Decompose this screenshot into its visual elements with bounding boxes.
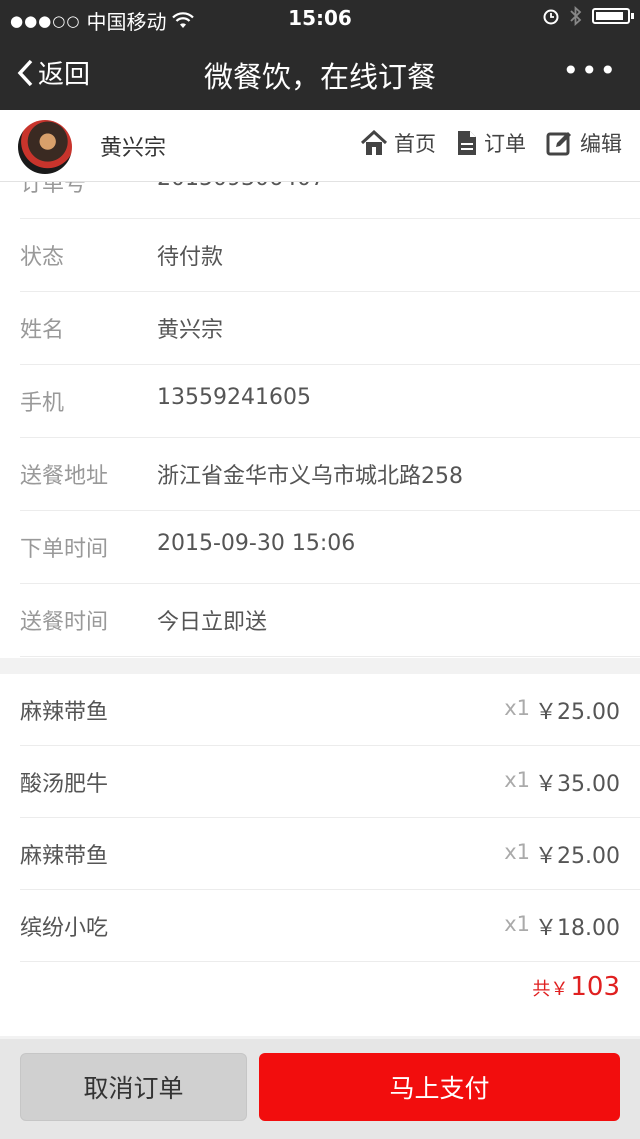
field-value: 201509306407 — [157, 182, 325, 191]
bluetooth-icon — [570, 6, 582, 26]
home-link[interactable]: 首页 — [360, 128, 436, 158]
order-item-row: 酸汤肥牛 x1 ￥35.00 — [20, 746, 640, 818]
pay-now-button[interactable]: 马上支付 — [259, 1053, 620, 1121]
field-label: 送餐地址 — [20, 464, 109, 489]
item-price: ￥25.00 — [535, 700, 620, 725]
order-item-row: 麻辣带鱼 x1 ￥25.00 — [20, 674, 640, 746]
order-field-row: 手机 13559241605 — [20, 365, 640, 438]
more-menu-button[interactable]: ••• — [562, 54, 618, 87]
order-total: 共￥ 103 — [532, 972, 620, 1002]
item-price: ￥25.00 — [535, 844, 620, 869]
user-name: 黄兴宗 — [100, 136, 167, 161]
field-label: 下单时间 — [20, 537, 109, 562]
item-price: ￥35.00 — [535, 772, 620, 797]
alarm-icon — [543, 9, 559, 25]
status-icons — [542, 6, 634, 26]
home-link-label: 首页 — [394, 132, 436, 156]
order-field-row: 订单号 201509306407 — [20, 182, 640, 219]
order-items: 麻辣带鱼 x1 ￥25.00 酸汤肥牛 x1 ￥35.00 麻辣带鱼 x1 ￥25.00 缤纷小吃… — [0, 674, 640, 1036]
total-label: 共￥ — [532, 979, 569, 1000]
field-value: 待付款 — [157, 245, 224, 270]
orders-link-label: 订单 — [484, 132, 526, 156]
field-value: 2015-09-30 15:06 — [157, 531, 356, 556]
item-name: 麻辣带鱼 — [20, 700, 109, 725]
field-label: 订单号 — [20, 182, 87, 197]
field-value: 13559241605 — [157, 385, 311, 410]
avatar[interactable] — [18, 120, 72, 174]
item-quantity: x1 — [504, 840, 530, 864]
item-quantity: x1 — [504, 912, 530, 936]
total-amount: 103 — [570, 972, 620, 1002]
order-field-row: 状态 待付款 — [20, 219, 640, 292]
order-item-row: 缤纷小吃 x1 ￥18.00 — [20, 890, 640, 962]
item-quantity: x1 — [504, 768, 530, 792]
field-value: 浙江省金华市义乌市城北路258 — [157, 464, 463, 489]
battery-icon — [592, 8, 634, 24]
field-value: 今日立即送 — [157, 610, 268, 635]
field-label: 姓名 — [20, 318, 65, 343]
item-quantity: x1 — [504, 696, 530, 720]
item-price: ￥18.00 — [535, 916, 620, 941]
order-details: 订单号 201509306407 状态 待付款姓名 黄兴宗手机 13559241605 送餐… — [0, 182, 640, 658]
order-field-row: 送餐地址 浙江省金华市义乌市城北路258 — [20, 438, 640, 511]
item-name: 麻辣带鱼 — [20, 844, 109, 869]
document-icon — [458, 131, 476, 155]
edit-icon — [546, 132, 571, 156]
user-nav-links: 首页 订单 编辑 — [360, 128, 622, 158]
order-field-row: 送餐时间 今日立即送 — [20, 584, 640, 657]
status-bar: ●●●○○ 中国移动 15:06 — [0, 0, 640, 36]
home-icon — [360, 130, 388, 155]
edit-link-label: 编辑 — [580, 132, 622, 156]
page-title: 微餐饮，在线订餐 — [203, 60, 436, 94]
order-item-row: 麻辣带鱼 x1 ￥25.00 — [20, 818, 640, 890]
field-label: 状态 — [20, 245, 65, 270]
cancel-order-button[interactable]: 取消订单 — [20, 1053, 247, 1121]
action-bar: 取消订单 马上支付 — [0, 1039, 640, 1139]
field-value: 黄兴宗 — [157, 318, 224, 343]
user-bar: 黄兴宗 首页 订单 编辑 — [0, 110, 640, 182]
order-field-row: 下单时间 2015-09-30 15:06 — [20, 511, 640, 584]
order-field-row: 姓名 黄兴宗 — [20, 292, 640, 365]
item-name: 酸汤肥牛 — [20, 772, 109, 797]
field-label: 送餐时间 — [20, 610, 109, 635]
field-label: 手机 — [20, 391, 65, 416]
navigation-bar: 返回 微餐饮，在线订餐 ••• — [0, 36, 640, 110]
item-name: 缤纷小吃 — [20, 916, 109, 941]
orders-link[interactable]: 订单 — [456, 128, 526, 158]
edit-link[interactable]: 编辑 — [546, 128, 622, 158]
